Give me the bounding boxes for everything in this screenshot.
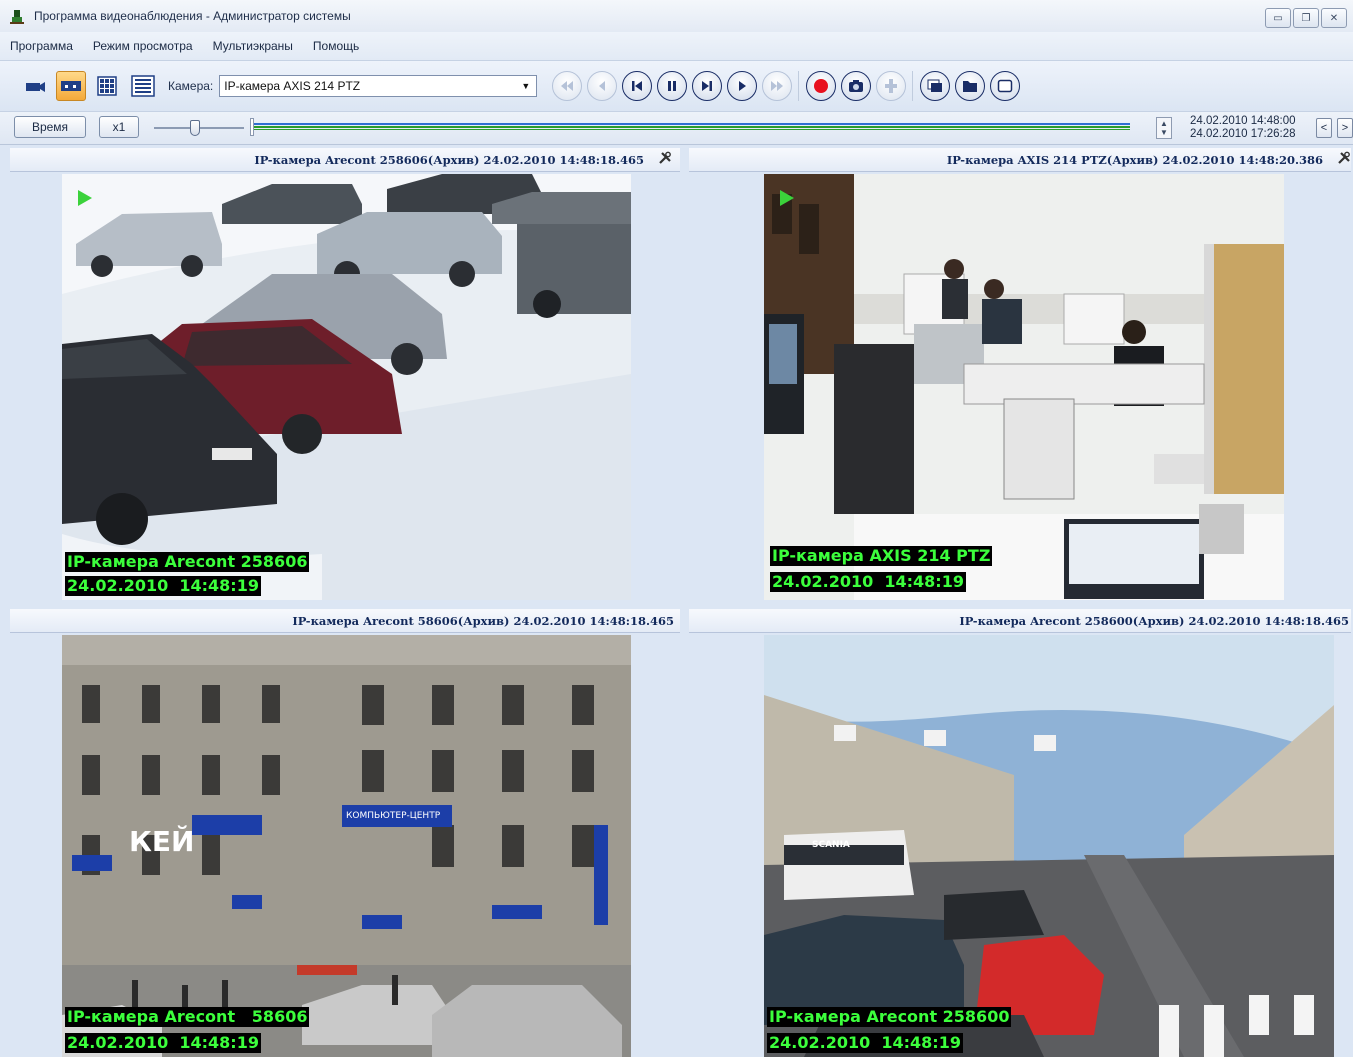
osd-camera-name: IP-камера Arecont 58606 [65,1007,310,1027]
osd-timestamp: 24.02.2010 14:48:19 [767,1033,963,1053]
timeline-track-green-2 [254,129,1130,130]
speed-slider[interactable] [154,120,244,140]
video-feed-3[interactable]: КЕЙ КОМПЬЮТЕР-ЦЕНТР IP-камера Arecont 58… [62,635,631,1057]
timeline-cursor[interactable] [250,118,254,136]
timeline-bar: Время x1 ▲ ▼ 24.02.2010 14:48:00 24.02.2… [0,112,1353,145]
dual-view-icon[interactable] [56,71,86,101]
timeline-next-button[interactable]: > [1337,118,1353,138]
spinner-up-icon[interactable]: ▲ [1160,119,1168,128]
camera-select-value: IP-камера AXIS 214 PTZ [224,79,361,93]
time-range-end: 24.02.2010 17:26:28 [1190,128,1296,140]
panel-header: IP-камера Arecont 258606(Архив) 24.02.20… [10,148,680,172]
timeline-track-blue [254,123,1130,125]
ptz-icon[interactable] [876,71,907,101]
chevron-down-icon: ▼ [521,81,531,91]
play-icon[interactable] [727,71,758,101]
toolbar-separator [912,71,914,101]
window-layers-icon[interactable] [920,71,951,101]
camera-label: Камера: [168,79,214,93]
skip-end-icon[interactable] [692,71,723,101]
panel-title: IP-камера Arecont 258600(Архив) 24.02.20… [959,614,1349,628]
playback-indicator [78,190,92,206]
window-title: Программа видеонаблюдения - Администрато… [34,9,351,23]
camera-select[interactable]: IP-камера AXIS 214 PTZ ▼ [219,75,538,97]
rewind-fast-icon[interactable] [552,71,583,101]
video-feed-1[interactable]: IP-камера Arecont 258606 24.02.2010 14:4… [62,174,631,600]
panel-header: IP-камера AXIS 214 PTZ(Архив) 24.02.2010… [689,148,1351,172]
osd-camera-name: IP-камера Arecont 258600 [767,1007,1012,1027]
fullscreen-icon[interactable] [990,71,1021,101]
shop-sign-logo: КЕЙ [129,825,195,858]
close-button[interactable]: ✕ [1321,8,1347,28]
menu-multiscreens[interactable]: Мультиэкраны [213,39,293,53]
list-view-icon[interactable] [128,71,158,101]
video-panel-2[interactable]: IP-камера AXIS 214 PTZ(Архив) 24.02.2010… [689,148,1351,600]
title-bar: Программа видеонаблюдения - Администрато… [0,0,1353,33]
osd-timestamp: 24.02.2010 14:48:19 [65,1033,261,1053]
playback-indicator [780,190,794,206]
speed-button[interactable]: x1 [99,116,139,138]
menu-help[interactable]: Помощь [313,39,359,53]
toolbar-separator [798,71,800,101]
video-feed-2[interactable]: IP-камера AXIS 214 PTZ 24.02.2010 14:48:… [764,174,1284,600]
snapshot-icon[interactable] [841,71,872,101]
settings-tools-icon[interactable] [658,149,672,173]
panel-header: IP-камера Arecont 58606(Архив) 24.02.201… [10,609,680,633]
camera-icon[interactable] [20,71,50,101]
folder-icon[interactable] [955,71,986,101]
step-back-icon[interactable] [587,71,618,101]
time-button[interactable]: Время [14,116,86,138]
toolbar: Камера: IP-камера AXIS 214 PTZ ▼ [0,60,1353,112]
fast-forward-icon[interactable] [762,71,793,101]
osd-camera-name: IP-камера AXIS 214 PTZ [770,546,993,566]
menu-view-mode[interactable]: Режим просмотра [93,39,193,53]
settings-tools-icon[interactable] [1337,149,1351,173]
osd-timestamp: 24.02.2010 14:48:19 [770,572,966,592]
skip-start-icon[interactable] [622,71,653,101]
menu-program[interactable]: Программа [10,39,73,53]
record-icon[interactable] [806,71,837,101]
video-feed-4[interactable]: SCANIA IP-камера Arecont 258600 24.02.20… [764,635,1334,1057]
scene-snowy-parking [62,174,631,600]
menu-bar: Программа Режим просмотра Мультиэкраны П… [0,32,1353,60]
panel-header: IP-камера Arecont 258600(Архив) 24.02.20… [689,609,1351,633]
osd-camera-name: IP-камера Arecont 258606 [65,552,310,572]
scene-office [764,174,1284,600]
timeline-track-green [254,126,1130,128]
time-range: 24.02.2010 14:48:00 24.02.2010 17:26:28 [1190,115,1296,141]
video-panel-3[interactable]: IP-камера Arecont 58606(Архив) 24.02.201… [10,609,680,1057]
archive-timeline[interactable] [248,118,1132,136]
grid-view-icon[interactable] [92,71,122,101]
video-panel-1[interactable]: IP-камера Arecont 258606(Архив) 24.02.20… [10,148,680,600]
time-range-start: 24.02.2010 14:48:00 [1190,115,1296,127]
bus-sign: SCANIA [812,840,850,850]
video-panel-4[interactable]: IP-камера Arecont 258600(Архив) 24.02.20… [689,609,1351,1057]
app-icon [8,7,26,25]
pause-icon[interactable] [657,71,688,101]
timeline-prev-button[interactable]: < [1316,118,1332,138]
panel-title: IP-камера Arecont 58606(Архив) 24.02.201… [292,614,674,628]
panel-title: IP-камера Arecont 258606(Архив) 24.02.20… [254,153,644,167]
shop-sign-text: КОМПЬЮТЕР-ЦЕНТР [346,811,441,821]
speed-slider-thumb[interactable] [190,120,200,136]
time-range-spinner[interactable]: ▲ ▼ [1156,117,1172,139]
osd-timestamp: 24.02.2010 14:48:19 [65,576,261,596]
restore-button[interactable]: ❐ [1293,8,1319,28]
minimize-button[interactable]: ▭ [1265,8,1291,28]
panel-title: IP-камера AXIS 214 PTZ(Архив) 24.02.2010… [946,153,1323,167]
spinner-down-icon[interactable]: ▼ [1160,128,1168,137]
